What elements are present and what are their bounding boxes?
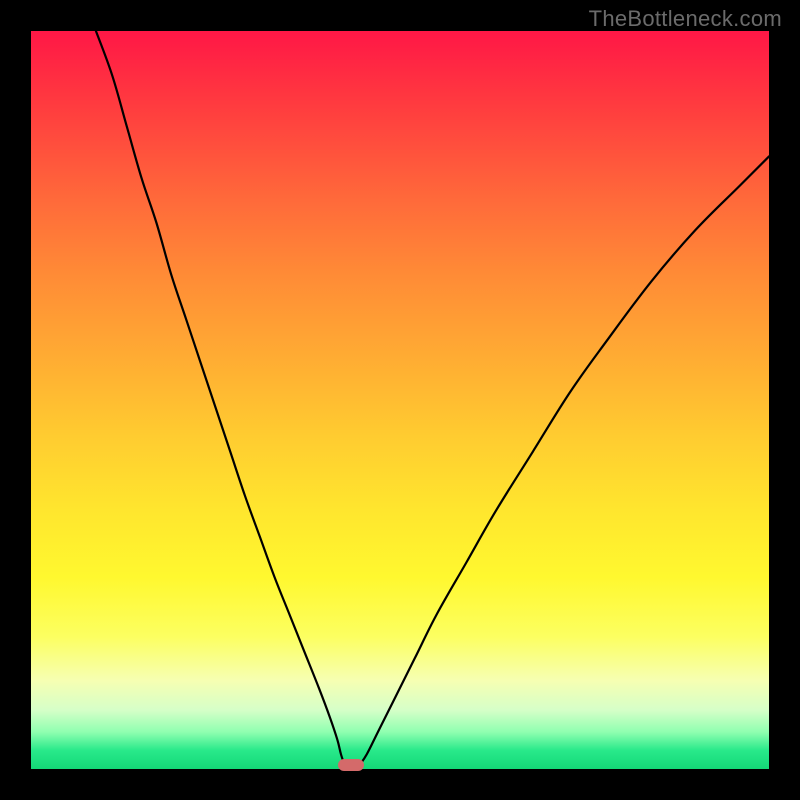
bottleneck-marker xyxy=(338,759,364,771)
curve-left xyxy=(96,31,345,765)
watermark-text: TheBottleneck.com xyxy=(589,6,782,32)
curve-right xyxy=(359,156,769,765)
plot-area xyxy=(31,31,769,769)
chart-frame: TheBottleneck.com xyxy=(0,0,800,800)
curve-layer xyxy=(31,31,769,769)
